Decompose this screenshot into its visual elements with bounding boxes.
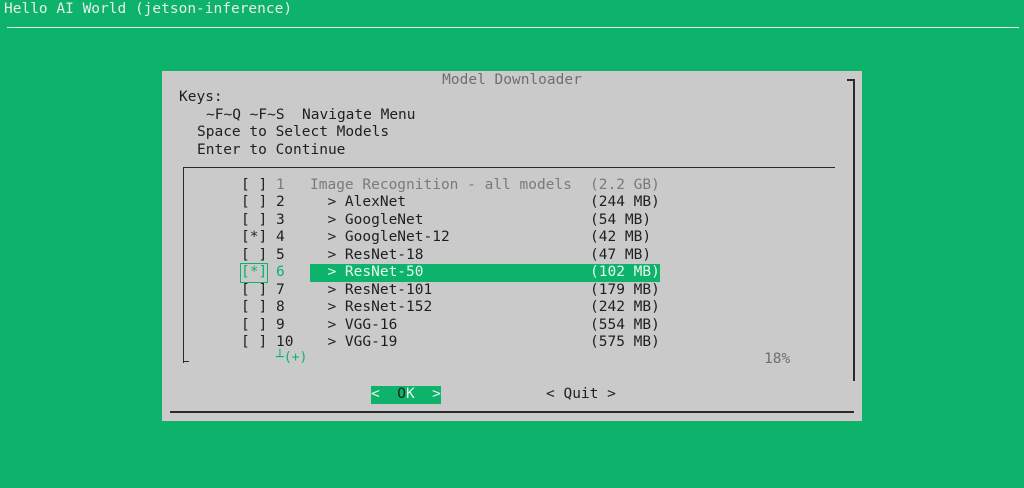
item-size: (2.2 GB): [590, 177, 660, 193]
item-size: (54 MB): [590, 211, 652, 228]
item-name: > ResNet-152: [310, 299, 433, 316]
list-item[interactable]: [ ] 5 > ResNet-18 (47 MB): [162, 247, 862, 265]
list-left-foot: [183, 361, 189, 362]
item-name: > ResNet-50: [310, 264, 424, 281]
more-indicator: ┴(+): [276, 350, 308, 365]
item-number: 5: [276, 246, 285, 263]
keys-space: Space to Select Models: [197, 124, 390, 140]
dialog-title: Model Downloader: [442, 72, 582, 88]
quit-button[interactable]: < Quit >: [546, 386, 616, 404]
item-number: 1: [276, 177, 285, 193]
list-item[interactable]: [*] 6 > ResNet-50 (102 MB): [162, 263, 862, 283]
keys-heading: Keys:: [179, 89, 223, 105]
list-item[interactable]: [ ] 1 Image Recognition - all models (2.2 G…: [162, 177, 862, 195]
item-size: (179 MB): [590, 281, 660, 298]
list-item[interactable]: [ ] 2 > AlexNet (244 MB): [162, 194, 862, 212]
item-checkbox[interactable]: [ ]: [241, 177, 267, 195]
item-size: (575 MB): [590, 334, 660, 351]
model-downloader-dialog: Model Downloader Keys: ~F~Q ~F~S Navigat…: [162, 71, 862, 421]
item-number: 9: [276, 316, 285, 333]
item-size: (47 MB): [590, 246, 652, 263]
item-size: (242 MB): [590, 299, 660, 316]
item-checkbox[interactable]: [ ]: [241, 247, 267, 265]
item-name: > ResNet-18: [310, 246, 424, 263]
backtitle: Hello AI World (jetson-inference): [4, 1, 293, 17]
list-item[interactable]: [ ] 9 > VGG-16 (554 MB): [162, 317, 862, 335]
ok-button[interactable]: < OK >: [371, 386, 441, 404]
list-item[interactable]: [*] 4 > GoogleNet-12 (42 MB): [162, 229, 862, 247]
item-number: 4: [276, 229, 285, 246]
item-name: > GoogleNet: [310, 211, 424, 228]
dialog-frame-bottom: [170, 411, 854, 413]
list-item[interactable]: [ ] 7 > ResNet-101 (179 MB): [162, 282, 862, 300]
item-name: > VGG-16: [310, 316, 398, 333]
item-number: 7: [276, 281, 285, 298]
scroll-percent: 18%: [764, 351, 791, 367]
item-checkbox[interactable]: [ ]: [241, 334, 267, 352]
item-checkbox[interactable]: [ ]: [241, 317, 267, 335]
ok-button-rest: K >: [405, 386, 441, 402]
backtitle-rule: [7, 27, 1019, 28]
item-number: 6: [276, 264, 285, 281]
item-number: 3: [276, 211, 285, 228]
item-number: 2: [276, 194, 285, 211]
item-checkbox[interactable]: [*]: [239, 263, 269, 283]
list-item[interactable]: [ ] 3 > GoogleNet (54 MB): [162, 212, 862, 230]
item-name: > ResNet-101: [310, 281, 433, 298]
item-size: (244 MB): [590, 194, 660, 211]
item-checkbox[interactable]: [ ]: [241, 282, 267, 300]
item-name: Image Recognition - all models: [310, 177, 572, 193]
item-name: > GoogleNet-12: [310, 229, 450, 246]
item-name: > AlexNet: [310, 194, 407, 211]
item-checkbox[interactable]: [ ]: [241, 212, 267, 230]
item-checkbox[interactable]: [ ]: [241, 299, 267, 317]
item-size: (102 MB): [590, 264, 660, 281]
item-number: 8: [276, 299, 285, 316]
ok-button-left: <: [371, 386, 398, 402]
list-item[interactable]: [ ] 10 > VGG-19 (575 MB): [162, 334, 862, 352]
ok-button-hotkey: O: [397, 386, 406, 402]
keys-navigate: ~F~Q ~F~S Navigate Menu: [206, 107, 416, 123]
item-size: (554 MB): [590, 316, 660, 333]
item-size: (42 MB): [590, 229, 652, 246]
item-name: > VGG-19: [310, 334, 398, 351]
list-item[interactable]: [ ] 8 > ResNet-152 (242 MB): [162, 299, 862, 317]
list-top-border: [183, 167, 835, 168]
item-checkbox[interactable]: [ ]: [241, 194, 267, 212]
keys-enter: Enter to Continue: [197, 142, 346, 158]
item-checkbox[interactable]: [*]: [241, 229, 267, 247]
